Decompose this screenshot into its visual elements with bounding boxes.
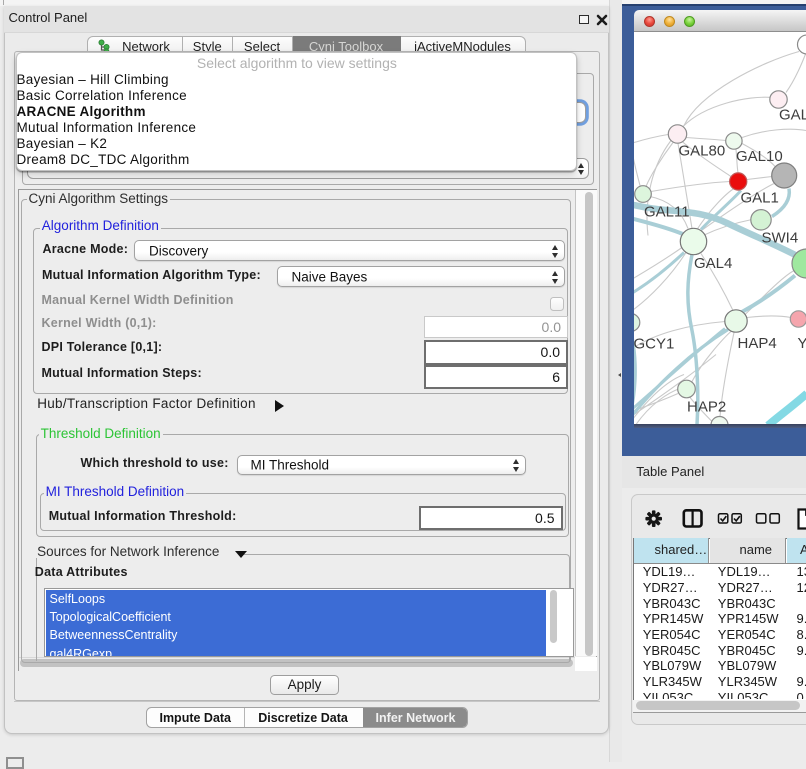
svg-text:GCY1: GCY1 [634, 335, 674, 352]
svg-text:HAP2: HAP2 [687, 398, 726, 415]
svg-text:SWI4: SWI4 [762, 229, 799, 246]
svg-text:GAL11: GAL11 [644, 203, 690, 220]
svg-text:Y: Y [798, 335, 806, 352]
svg-text:GAL1: GAL1 [741, 189, 779, 206]
svg-text:GAL80: GAL80 [679, 142, 726, 159]
svg-text:GAL4: GAL4 [694, 255, 732, 272]
svg-text:HAP4: HAP4 [738, 335, 777, 352]
svg-text:GAL10: GAL10 [736, 148, 783, 165]
svg-text:GAL: GAL [779, 106, 806, 123]
